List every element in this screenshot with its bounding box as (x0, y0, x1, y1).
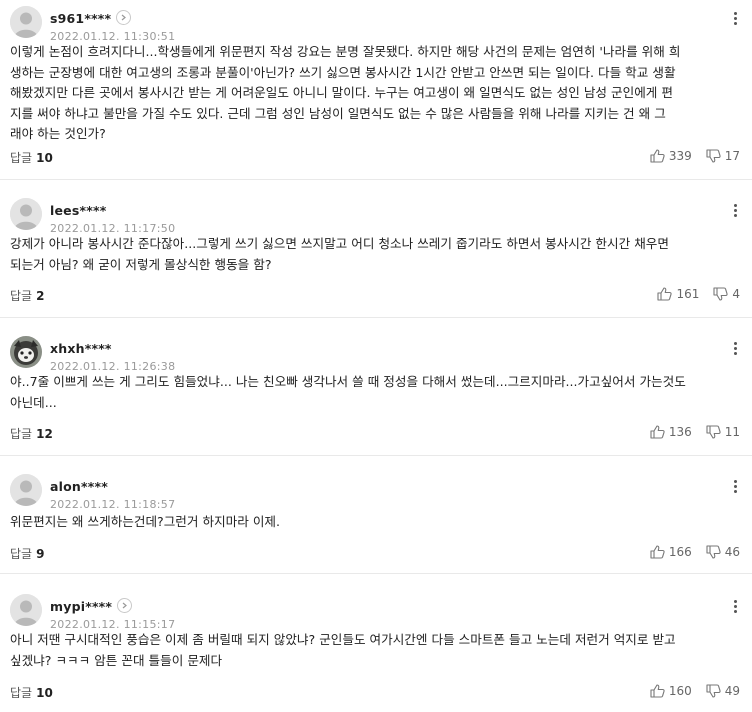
reply-label: 답글 (10, 547, 33, 561)
avatar[interactable] (10, 198, 42, 230)
like-button[interactable]: 339 (650, 149, 692, 163)
avatar[interactable] (10, 6, 42, 38)
thumbs-up-icon (650, 425, 665, 439)
thumbs-up-icon (650, 684, 665, 698)
comment-text-line: 래야 하는 것인가? (10, 126, 106, 141)
username[interactable]: s961**** (50, 11, 111, 26)
comment-text: 이렇게 논점이 흐려지다니...학생들에게 위문편지 작성 강요는 분명 잘못됐… (10, 42, 736, 145)
more-options-icon[interactable] (728, 10, 742, 28)
more-options-icon[interactable] (728, 598, 742, 616)
like-button[interactable]: 160 (650, 684, 692, 698)
like-count: 166 (668, 545, 692, 559)
more-options-icon[interactable] (728, 340, 742, 358)
reply-button[interactable]: 답글 10 (10, 149, 53, 166)
thumbs-down-icon (706, 545, 721, 559)
like-count: 161 (676, 287, 700, 301)
vote-group: 161 4 (657, 287, 740, 301)
vote-group: 160 49 (650, 684, 740, 698)
reply-label: 답글 (10, 151, 33, 165)
reply-label: 답글 (10, 289, 33, 303)
vote-group: 136 11 (650, 425, 740, 439)
chevron-right-icon[interactable] (116, 10, 132, 25)
thumbs-down-icon (713, 287, 728, 301)
comment-text-line: 해봤겠지만 다른 곳에서 봉사시간 받는 게 어려운일도 아니니 말이다. 누구… (10, 85, 673, 100)
reply-count: 10 (36, 151, 53, 165)
comment-text-line: 위문편지는 왜 쓰게하는건데?그런거 하지마라 이제. (10, 514, 281, 529)
vote-group: 166 46 (650, 545, 740, 559)
comment-text-line: 아니 저땐 구시대적인 풍습은 이제 좀 버릴때 되지 않았냐? 군인들도 여가… (10, 632, 676, 647)
thumbs-up-icon (657, 287, 673, 301)
thumbs-down-icon (706, 684, 721, 698)
more-options-icon[interactable] (728, 478, 742, 496)
comment-text-line: 이렇게 논점이 흐려지다니...학생들에게 위문편지 작성 강요는 분명 잘못됐… (10, 44, 681, 59)
comment-date: 2022.01.12. 11:18:57 (50, 498, 176, 511)
avatar[interactable] (10, 336, 42, 368)
reply-count: 10 (36, 686, 53, 700)
comment-text-line: 야..7줄 이쁘게 쓰는 게 그리도 힘들었냐... 나는 친오빠 생각나서 쓸… (10, 374, 686, 389)
reply-button[interactable]: 답글 10 (10, 684, 53, 701)
username[interactable]: mypi**** (50, 599, 112, 614)
comment-list: s961**** 2022.01.12. 11:30:51 이렇게 논점이 흐려… (0, 0, 752, 712)
dislike-count: 17 (724, 149, 740, 163)
dislike-button[interactable]: 11 (706, 425, 740, 439)
reply-button[interactable]: 답글 12 (10, 425, 53, 442)
username[interactable]: xhxh**** (50, 341, 112, 356)
thumbs-down-icon (706, 149, 721, 163)
username[interactable]: lees**** (50, 203, 106, 218)
avatar[interactable] (10, 594, 42, 626)
comment-text: 강제가 아니라 봉사시간 준다잖아...그렇게 쓰기 싫으면 쓰지말고 어디 청… (10, 234, 736, 275)
comment-text-line: 지를 써야 하냐고 불만을 가질 수도 있다. 근데 그럼 성인 남성이 일면식… (10, 105, 666, 121)
dislike-button[interactable]: 49 (706, 684, 740, 698)
thumbs-down-icon (706, 425, 721, 439)
comment-item: alon**** 2022.01.12. 11:18:57 위문편지는 왜 쓰게… (0, 456, 752, 574)
dislike-count: 11 (724, 425, 740, 439)
reply-button[interactable]: 답글 9 (10, 545, 44, 562)
reply-button[interactable]: 답글 2 (10, 287, 44, 304)
comment-item: lees**** 2022.01.12. 11:17:50 강제가 아니라 봉사… (0, 180, 752, 318)
dislike-button[interactable]: 46 (706, 545, 740, 559)
dislike-button[interactable]: 17 (706, 149, 740, 163)
like-count: 160 (668, 684, 692, 698)
comment-text-line: 생하는 군장병에 대한 여고생의 조롱과 분풀이'아닌가? 쓰기 싫으면 봉사시… (10, 64, 676, 80)
thumbs-up-icon (650, 545, 665, 559)
dislike-count: 4 (732, 287, 740, 301)
comment-text-line: 싶겠냐? ㅋㅋㅋ 암튼 꼰대 틀들이 문제다 (10, 652, 223, 668)
like-button[interactable]: 166 (650, 545, 692, 559)
vote-group: 339 17 (650, 149, 740, 163)
comment-text: 아니 저땐 구시대적인 풍습은 이제 좀 버릴때 되지 않았냐? 군인들도 여가… (10, 630, 736, 671)
like-count: 339 (668, 149, 692, 163)
thumbs-up-icon (650, 149, 665, 163)
dislike-button[interactable]: 4 (713, 287, 740, 301)
like-count: 136 (668, 425, 692, 439)
reply-label: 답글 (10, 427, 33, 441)
reply-count: 9 (36, 547, 45, 561)
reply-label: 답글 (10, 686, 33, 700)
comment-item: xhxh**** 2022.01.12. 11:26:38 야..7줄 이쁘게 … (0, 318, 752, 456)
reply-count: 2 (36, 289, 45, 303)
comment-item: mypi**** 2022.01.12. 11:15:17 아니 저땐 구시대적… (0, 574, 752, 712)
comment-item: s961**** 2022.01.12. 11:30:51 이렇게 논점이 흐려… (0, 0, 752, 180)
dislike-count: 46 (724, 545, 740, 559)
comment-text: 야..7줄 이쁘게 쓰는 게 그리도 힘들었냐... 나는 친오빠 생각나서 쓸… (10, 372, 736, 413)
dislike-count: 49 (724, 684, 740, 698)
comment-text-line: 강제가 아니라 봉사시간 준다잖아...그렇게 쓰기 싫으면 쓰지말고 어디 청… (10, 236, 669, 251)
comment-text-line: 아닌데... (10, 394, 57, 410)
avatar[interactable] (10, 474, 42, 506)
username[interactable]: alon**** (50, 479, 108, 494)
like-button[interactable]: 161 (657, 287, 699, 301)
reply-count: 12 (36, 427, 53, 441)
like-button[interactable]: 136 (650, 425, 692, 439)
more-options-icon[interactable] (728, 202, 742, 220)
comment-text-line: 되는거 아님? 왜 굳이 저렇게 몰상식한 행동을 함? (10, 256, 272, 272)
comment-text: 위문편지는 왜 쓰게하는건데?그런거 하지마라 이제. (10, 512, 736, 533)
chevron-right-icon[interactable] (117, 598, 133, 613)
